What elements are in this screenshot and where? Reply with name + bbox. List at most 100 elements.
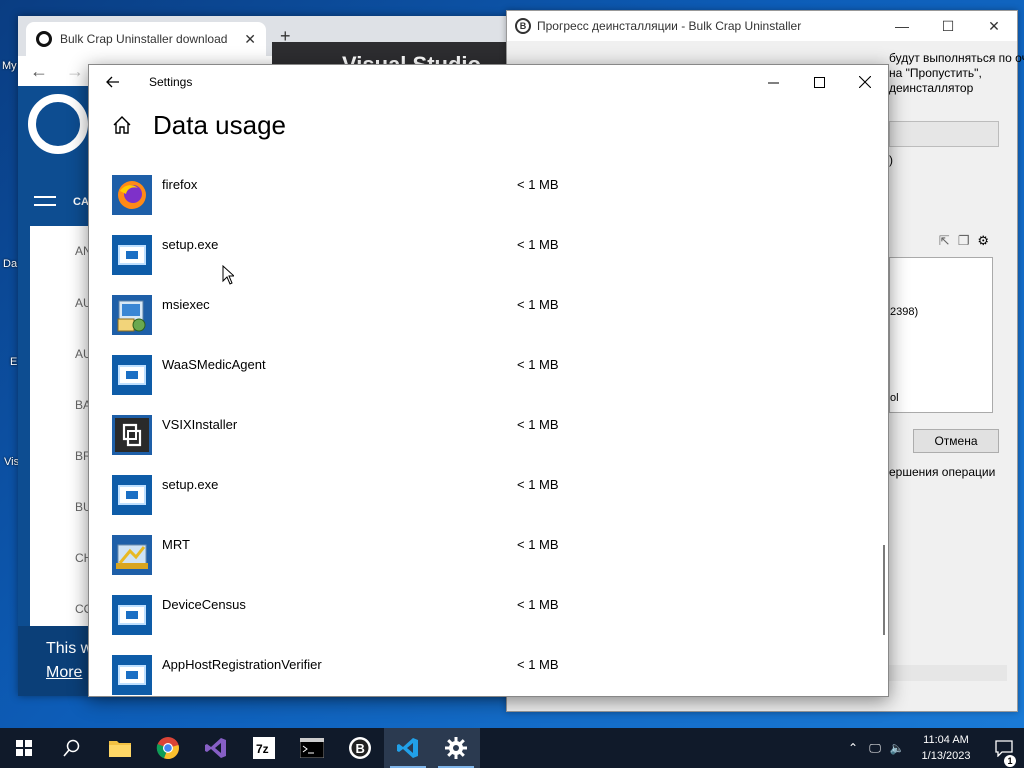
start-icon[interactable] (0, 728, 48, 768)
app-name: msiexec (162, 297, 210, 312)
exe-icon (112, 235, 152, 275)
firefox-icon (112, 175, 152, 215)
bcu-info-text: будут выполняться по очереди. (889, 51, 1024, 65)
bcu-info-text: на "Пропустить", (889, 66, 982, 80)
app-usage-value: < 1 MB (517, 237, 559, 252)
vs-code-icon[interactable] (384, 728, 432, 768)
browser-tab-title: Bulk Crap Uninstaller download (60, 32, 228, 46)
app-name: MRT (162, 537, 190, 552)
app-usage-value: < 1 MB (517, 477, 559, 492)
clock[interactable]: 11:04 AM 1/13/2023 (908, 732, 984, 764)
settings-app-title: Settings (149, 75, 193, 89)
svg-text:B: B (356, 741, 365, 756)
app-name: firefox (162, 177, 198, 192)
maximize-icon[interactable]: ☐ (925, 18, 971, 35)
bcu-window-title: Прогресс деинсталляции - Bulk Crap Unins… (537, 19, 802, 33)
file-explorer-icon[interactable] (96, 728, 144, 768)
bcu-icon[interactable]: B (336, 728, 384, 768)
settings-icon[interactable] (432, 728, 480, 768)
network-icon[interactable]: 🖵 (864, 741, 886, 756)
app-usage-value: < 1 MB (517, 417, 559, 432)
browser-tab[interactable]: Bulk Crap Uninstaller download ✕ (26, 22, 266, 56)
volume-icon[interactable]: 🔈 (886, 741, 908, 755)
gear-icon[interactable]: ⚙ (977, 233, 989, 249)
close-icon[interactable]: ✕ (244, 31, 256, 48)
site-nav-label: CA (73, 196, 89, 208)
7zip-icon[interactable]: 7z (240, 728, 288, 768)
exe-icon (112, 475, 152, 515)
list-item[interactable]: MRT < 1 MB (89, 525, 879, 585)
list-item[interactable]: 2398) (890, 306, 918, 318)
app-usage-value: < 1 MB (517, 177, 559, 192)
list-item[interactable]: setup.exe < 1 MB (89, 465, 879, 525)
search-icon[interactable] (48, 728, 96, 768)
list-item[interactable]: VSIXInstaller < 1 MB (89, 405, 879, 465)
app-usage-value: < 1 MB (517, 357, 559, 372)
bcu-task-list[interactable]: 2398) ol (889, 257, 993, 413)
page-title: Data usage (153, 109, 286, 140)
site-favicon (36, 31, 52, 47)
list-item[interactable]: WaaSMedicAgent < 1 MB (89, 345, 879, 405)
close-icon[interactable]: ✕ (971, 18, 1017, 35)
bcu-progress-bar (889, 121, 999, 147)
exe-icon (112, 595, 152, 635)
notification-count-badge: 1 (1004, 755, 1016, 767)
app-usage-value: < 1 MB (517, 537, 559, 552)
app-name: setup.exe (162, 477, 219, 492)
app-usage-list: firefox < 1 MB setup.exe < 1 MB msiexec … (89, 165, 879, 696)
notification-icon[interactable]: 1 (984, 739, 1024, 767)
desktop-icon-label[interactable]: E (10, 356, 17, 368)
cancel-button[interactable]: Отмена (913, 429, 999, 453)
settings-window[interactable]: Settings Data usage firefox < 1 MB setup… (88, 64, 889, 697)
list-item[interactable]: DeviceCensus < 1 MB (89, 585, 879, 645)
vsix-icon (112, 415, 152, 455)
back-arrow-icon[interactable]: ← (30, 61, 48, 82)
settings-header: Data usage (89, 99, 888, 151)
desktop-icon-label[interactable]: Vis (4, 456, 19, 468)
bcu-app-icon: B (515, 18, 531, 34)
bcu-completion-text: ершения операции (889, 465, 996, 479)
minimize-icon[interactable] (750, 65, 796, 99)
list-item[interactable]: AppHostRegistrationVerifier < 1 MB (89, 645, 879, 696)
exe-icon (112, 355, 152, 395)
app-name: DeviceCensus (162, 597, 246, 612)
chevron-up-icon[interactable]: ⌃ (842, 741, 864, 755)
banner-text: This w (46, 640, 93, 657)
clock-date: 1/13/2023 (921, 750, 971, 762)
chrome-icon[interactable] (144, 728, 192, 768)
bcu-info-text: деинсталлятор (889, 81, 974, 95)
maximize-icon[interactable] (796, 65, 842, 99)
mrt-icon (112, 535, 152, 575)
desktop-icon-label[interactable]: My (2, 60, 17, 72)
mouse-cursor-icon (222, 265, 234, 285)
home-icon[interactable] (111, 114, 133, 136)
copy-icon[interactable]: ❐ (958, 233, 970, 249)
list-item[interactable]: ol (890, 392, 899, 404)
bcu-titlebar: B Прогресс деинсталляции - Bulk Crap Uni… (507, 11, 1017, 41)
list-item[interactable]: msiexec < 1 MB (89, 285, 879, 345)
taskbar: 7z B ⌃ 🖵 🔈 11:04 AM 1/13/2023 1 (0, 728, 1024, 768)
list-item[interactable]: firefox < 1 MB (89, 165, 879, 225)
app-name: WaaSMedicAgent (162, 357, 266, 372)
terminal-icon[interactable] (288, 728, 336, 768)
site-logo[interactable] (28, 94, 88, 154)
desktop-icon-label[interactable]: Da (3, 258, 17, 270)
system-tray: ⌃ 🖵 🔈 11:04 AM 1/13/2023 1 (842, 728, 1024, 768)
svg-text:7z: 7z (256, 742, 269, 756)
clock-time: 11:04 AM (923, 734, 969, 746)
visual-studio-icon[interactable] (192, 728, 240, 768)
forward-arrow-icon[interactable]: → (66, 61, 84, 82)
horizontal-scrollbar[interactable] (889, 665, 1007, 681)
list-item[interactable]: setup.exe < 1 MB (89, 225, 879, 285)
bcu-status-text: ) (889, 153, 893, 167)
back-arrow-icon[interactable] (89, 65, 137, 99)
vertical-scrollbar[interactable] (883, 545, 885, 635)
app-usage-value: < 1 MB (517, 297, 559, 312)
app-usage-value: < 1 MB (517, 657, 559, 672)
open-external-icon[interactable]: ⇱ (939, 233, 950, 249)
msiexec-icon (112, 295, 152, 335)
hamburger-icon[interactable] (34, 196, 56, 206)
app-name: VSIXInstaller (162, 417, 238, 432)
minimize-icon[interactable]: — (879, 18, 925, 35)
close-icon[interactable] (842, 65, 888, 99)
